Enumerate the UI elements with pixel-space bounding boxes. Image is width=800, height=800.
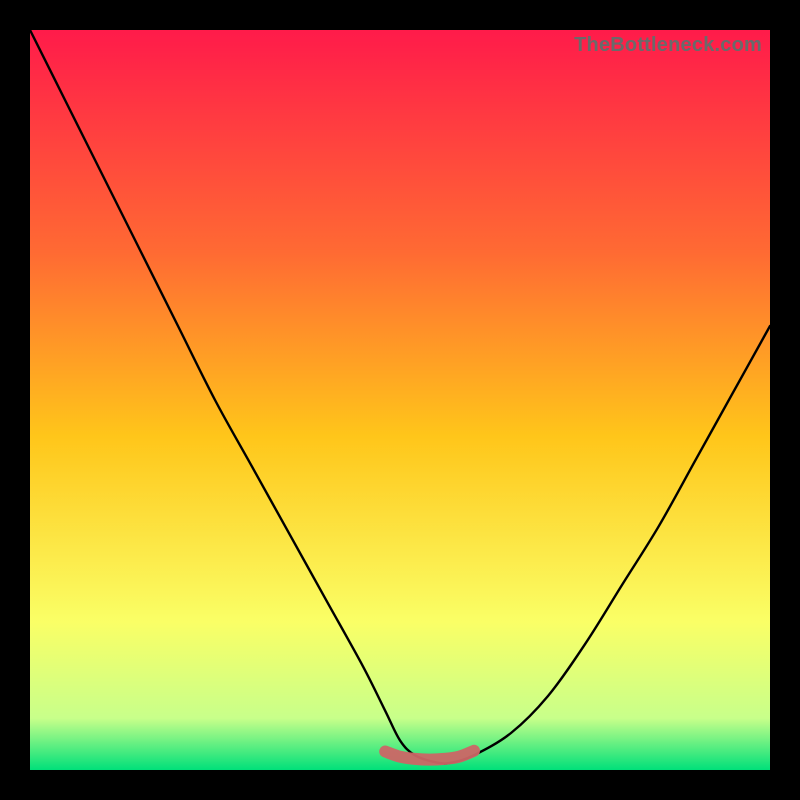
bottleneck-chart — [30, 30, 770, 770]
watermark-text: TheBottleneck.com — [574, 34, 762, 57]
gradient-background — [30, 30, 770, 770]
chart-frame: TheBottleneck.com — [0, 0, 800, 800]
